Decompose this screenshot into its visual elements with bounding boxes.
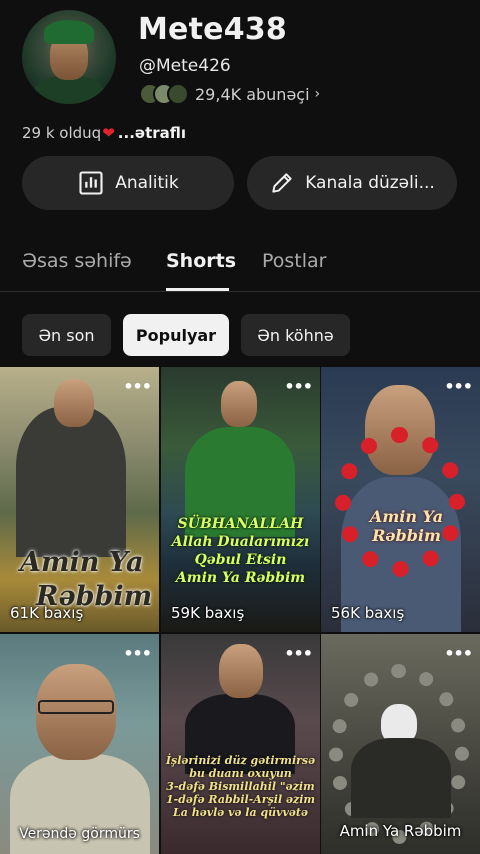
more-options-icon[interactable]: ••• <box>444 377 473 396</box>
description-text: 29 k olduq <box>22 124 102 142</box>
short-overlay-line: bu duanı oxuyun <box>189 767 292 780</box>
analytics-button[interactable]: Analitik <box>22 156 234 210</box>
more-options-icon[interactable]: ••• <box>123 644 152 663</box>
short-overlay: Amin Ya Rəbbim <box>369 507 444 545</box>
edit-channel-label: Kanala düzəli... <box>305 173 435 193</box>
short-thumbnail[interactable]: Amin Ya Rəbbim ••• 56K baxış <box>321 367 480 632</box>
pencil-icon <box>272 173 292 193</box>
edit-channel-button[interactable]: Kanala düzəli... <box>247 156 457 210</box>
short-thumbnail[interactable]: Amin Ya Rəbbim ••• <box>321 634 480 854</box>
short-overlay-line: İşlərinizi düz gətirmirsə <box>165 754 316 767</box>
short-views: 61K baxış <box>10 604 84 622</box>
short-thumbnail[interactable]: Verəndə görmürs ••• <box>0 634 159 854</box>
short-thumbnail[interactable]: Amin Ya Rəbbim ••• 61K baxış <box>0 367 159 632</box>
channel-handle: @Mete426 <box>139 56 231 76</box>
short-overlay-line: Allah Dualarımızı <box>171 534 310 550</box>
short-overlay-line: SÜBHANALLAH <box>177 516 304 532</box>
more-options-icon[interactable]: ••• <box>444 644 473 663</box>
short-title: Amin Ya Rəbbim <box>339 822 462 840</box>
analytics-icon <box>79 171 103 195</box>
short-title: Verəndə görmürs <box>19 826 140 842</box>
short-overlay-line: 1-dəfə Rabbil-Arşil əzim <box>165 793 316 806</box>
short-views: 59K baxış <box>171 604 245 622</box>
heart-icon: ❤ <box>102 124 115 142</box>
shorts-grid: Amin Ya Rəbbim ••• 61K baxış SÜBHANALLAH… <box>0 367 480 854</box>
tab-home[interactable]: Əsas səhifə <box>22 250 132 272</box>
more-options-icon[interactable]: ••• <box>123 377 152 396</box>
subscriber-avatars <box>139 82 191 106</box>
filter-chip-newest[interactable]: Ən son <box>22 314 111 356</box>
channel-avatar[interactable] <box>22 10 116 104</box>
filter-chip-popular[interactable]: Populyar <box>123 314 229 356</box>
heart-frame <box>335 427 465 577</box>
tab-posts[interactable]: Postlar <box>262 250 327 272</box>
short-overlay-line: La həvlə və la qüvvətə <box>173 806 308 819</box>
channel-description[interactable]: 29 k olduq ❤ ...ətraflı <box>22 124 186 142</box>
filter-chip-oldest[interactable]: Ən köhnə <box>241 314 350 356</box>
description-more-link[interactable]: ...ətraflı <box>118 124 186 142</box>
active-tab-indicator <box>166 288 229 291</box>
channel-name: Mete438 <box>138 12 287 47</box>
channel-header: Mete438 @Mete426 29,4K abunəçi › 29 k ol… <box>0 0 480 150</box>
chevron-right-icon: › <box>314 86 321 102</box>
more-options-icon[interactable]: ••• <box>284 644 313 663</box>
subscriber-count: 29,4K abunəçi <box>195 84 310 104</box>
analytics-label: Analitik <box>115 173 179 193</box>
channel-tabs: Əsas səhifə Shorts Postlar <box>0 238 480 292</box>
short-overlay-line: 3-dəfə Bismillahil "əzim <box>166 780 315 793</box>
short-overlay-line: Qəbul Etsin <box>194 552 287 568</box>
subscribers-row[interactable]: 29,4K abunəçi › <box>139 82 320 106</box>
tab-shorts[interactable]: Shorts <box>166 250 236 272</box>
short-thumbnail[interactable]: SÜBHANALLAH Allah Dualarımızı Qəbul Etsi… <box>161 367 320 632</box>
short-overlay-line: Amin Ya Rəbbim <box>175 570 306 586</box>
short-views: 56K baxış <box>331 604 405 622</box>
short-thumbnail[interactable]: İşlərinizi düz gətirmirsə bu duanı oxuyu… <box>161 634 320 854</box>
more-options-icon[interactable]: ••• <box>284 377 313 396</box>
